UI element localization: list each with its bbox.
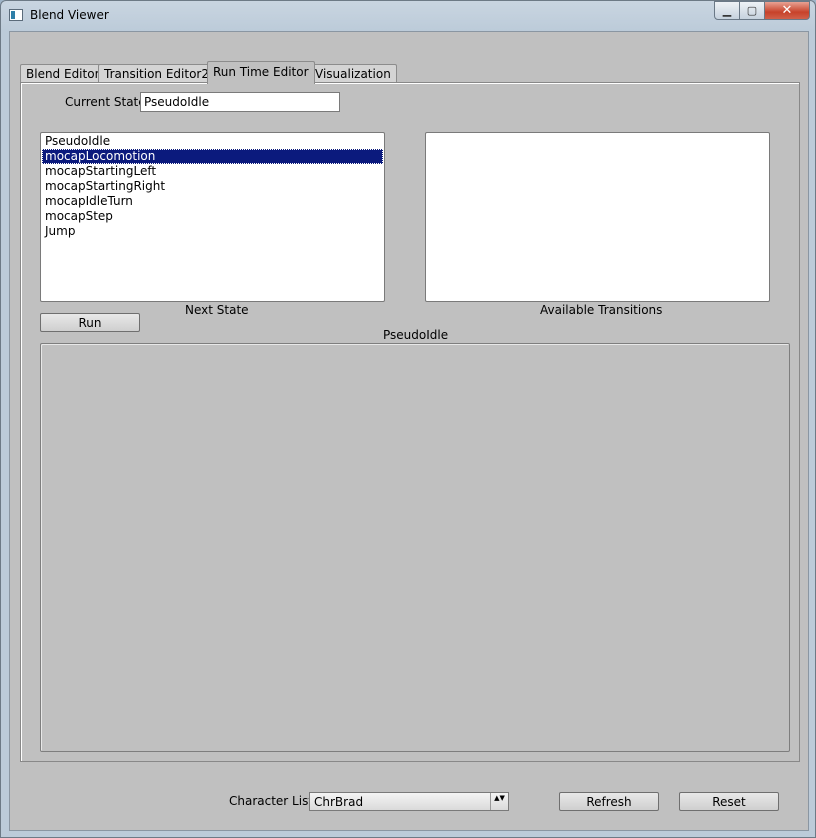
next-state-label: Next State [185, 303, 249, 317]
list-item[interactable]: mocapStartingLeft [42, 164, 383, 179]
window-controls: ▁ ▢ ✕ [714, 1, 810, 21]
client-area: Blend Editor Transition Editor2 Run Time… [9, 31, 809, 831]
current-state-label: Current State [65, 95, 146, 109]
list-item[interactable]: mocapLocomotion [42, 149, 383, 164]
title-bar[interactable]: Blend Viewer ▁ ▢ ✕ [1, 1, 815, 29]
minimize-button[interactable]: ▁ [714, 1, 740, 20]
current-state-field[interactable]: PseudoIdle [140, 92, 340, 112]
window-title: Blend Viewer [30, 8, 109, 22]
run-button[interactable]: Run [40, 313, 140, 332]
list-item[interactable]: mocapStartingRight [42, 179, 383, 194]
minimize-icon: ▁ [722, 4, 732, 17]
close-icon: ✕ [781, 3, 793, 18]
chevron-up-down-icon: ▲▼ [490, 793, 508, 810]
state-view-area [40, 343, 790, 752]
close-button[interactable]: ✕ [765, 1, 810, 20]
available-transitions-label: Available Transitions [540, 303, 663, 317]
character-list-value: ChrBrad [314, 795, 364, 809]
tab-transition-editor2[interactable]: Transition Editor2 [98, 64, 215, 83]
state-view-label: PseudoIdle [383, 328, 449, 342]
list-item[interactable]: mocapIdleTurn [42, 194, 383, 209]
refresh-button[interactable]: Refresh [559, 792, 659, 811]
tab-run-time-editor[interactable]: Run Time Editor [207, 61, 315, 84]
list-item[interactable]: mocapStep [42, 209, 383, 224]
run-time-editor-panel: Current State PseudoIdle PseudoIdle mocap… [20, 82, 800, 762]
maximize-button[interactable]: ▢ [740, 1, 765, 20]
maximize-icon: ▢ [746, 4, 758, 17]
tab-blend-editor[interactable]: Blend Editor [20, 64, 106, 83]
list-item[interactable]: PseudoIdle [42, 134, 383, 149]
app-icon [9, 9, 23, 21]
list-item[interactable]: Jump [42, 224, 383, 239]
character-list-label: Character List [229, 794, 314, 808]
available-transitions-list[interactable] [425, 132, 770, 302]
next-state-list[interactable]: PseudoIdle mocapLocomotion mocapStartingLe… [40, 132, 385, 302]
next-state-items: PseudoIdle mocapLocomotion mocapStartingLe… [41, 133, 384, 239]
blend-viewer-window: Blend Viewer ▁ ▢ ✕ Blend Editor Transiti… [0, 0, 816, 838]
reset-button[interactable]: Reset [679, 792, 779, 811]
character-list-dropdown[interactable]: ChrBrad ▲▼ [309, 792, 509, 811]
tab-visualization[interactable]: Visualization [309, 64, 397, 83]
